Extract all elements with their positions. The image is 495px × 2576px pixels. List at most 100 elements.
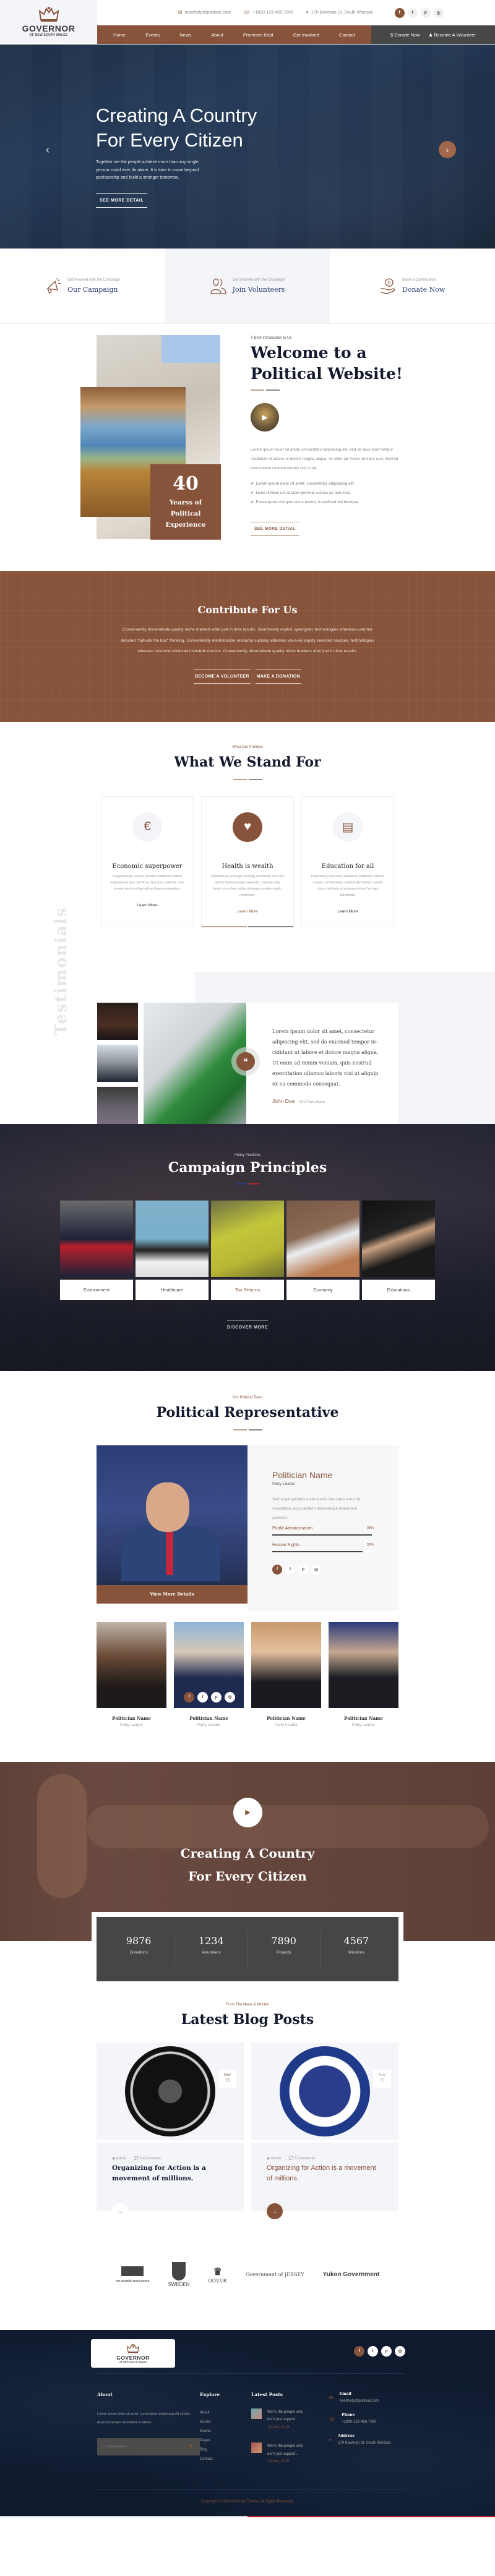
facebook-icon[interactable]: f [272,1564,282,1575]
feature-join-volunteers[interactable]: Get involved with the Campaign Join Volun… [165,249,330,323]
footer-link-about[interactable]: About [200,2408,251,2418]
team-member[interactable]: Politician Name Party Leader [97,1622,166,1727]
principle-card-educations[interactable]: Educations [362,1200,435,1300]
post-comments[interactable]: 💬 3 Comments [134,2156,161,2161]
testimonial-quote: Lorem ipsum dolor sit amet, consectetur … [272,1029,379,1087]
post-image[interactable]: Nov 15 [97,2042,244,2140]
nav-contact[interactable]: Contact [339,32,355,38]
partner-logo-yukon[interactable]: Yukon Government [323,2271,380,2278]
post-title[interactable]: Organizing for Action is a movement of m… [112,2163,228,2184]
become-volunteer-link[interactable]: ♟ Become A Volunteer [429,32,476,38]
footer-post[interactable]: We're the people who don't just support..… [251,2408,329,2432]
principle-card-economy[interactable]: Economy [286,1200,359,1300]
newsletter-form: ✈ [97,2438,200,2455]
pinterest-icon[interactable]: p [381,2345,392,2357]
facebook-icon[interactable]: f [184,1691,194,1702]
twitter-icon[interactable]: t [407,7,418,18]
instagram-icon[interactable]: ◎ [225,1691,235,1702]
donate-now-label: Donate Now [394,32,420,38]
contact-value[interactable]: needhelp@political.com [340,2399,379,2403]
principle-card-environment[interactable]: Environment [60,1200,133,1300]
footer-link-blog[interactable]: Blog [200,2446,251,2455]
testimonial-thumb[interactable] [97,1003,138,1040]
testimonial-thumb[interactable] [97,1087,138,1124]
nav-news[interactable]: News [179,32,191,38]
member-socials: f t p ◎ [184,1691,235,1702]
read-more-arrow-icon[interactable]: → [112,2203,128,2219]
footer-link-issues[interactable]: Issues [200,2418,251,2427]
footer-explore: Explore About Issues Events Pages Blog C… [200,2392,251,2466]
partner-logo-scottish-government[interactable]: The Scottish Government [116,2266,149,2283]
contact-value: 170 Bowman St. South Windsor. [338,2441,392,2445]
twitter-icon[interactable]: t [285,1564,295,1575]
instagram-icon[interactable]: ◎ [433,7,444,18]
blog-post: Nov 15 ◉ Admin 💬 3 Comments Organizing for… [251,2042,398,2219]
hero-see-more-button[interactable]: SEE MORE DETAIL [96,193,148,208]
learn-more-link[interactable]: Learn More [101,903,193,908]
donate-now-link[interactable]: $ Donate Now [390,32,420,38]
make-donation-button[interactable]: MAKE A DONATION [255,669,302,684]
twitter-icon[interactable]: t [368,2345,378,2357]
pinterest-icon[interactable]: p [420,7,431,18]
about-text: Lorem ipsum dolor sit amet, consectetur … [251,447,398,470]
partner-logo-sweden[interactable]: SWEDEN [168,2261,190,2287]
principle-card-healthcare[interactable]: Healthcare [136,1200,209,1300]
instagram-icon[interactable]: ◎ [311,1564,321,1575]
hero-text: Together we the people achieve more than… [96,160,199,180]
nav-promises-kept[interactable]: Promises Kept [243,32,273,38]
send-paper-plane-icon[interactable]: ✈ [189,2443,194,2450]
learn-more-link[interactable]: Learn More [302,909,394,914]
footer-link-events[interactable]: Events [200,2427,251,2436]
topbar-email[interactable]: ✉ needhelp@political.com [178,9,231,16]
about-see-more-button[interactable]: SEE MORE DETAIL [251,521,299,536]
pinterest-icon[interactable]: p [298,1564,308,1575]
facebook-icon[interactable]: f [354,2345,364,2357]
principle-card-tax-returns[interactable]: Tax Returns [211,1200,284,1300]
topbar-phone[interactable]: ☏ +1800-123-456-7890 [243,9,293,16]
twitter-icon[interactable]: t [197,1691,208,1702]
team-member[interactable]: Politician Name Party Leader [329,1622,398,1727]
featured-representative: View More Details Politician Name Party … [97,1445,398,1611]
video-play-button[interactable]: ▶ [233,1797,262,1827]
logo[interactable]: GOVERNOR OF NEW SOUTH WALES [0,0,97,43]
team-member[interactable]: Politician Name Party Leader [251,1622,321,1727]
contact-value[interactable]: +1800-123-456-7890 [342,2420,376,2424]
post-author[interactable]: ◉ Admin [267,2156,282,2161]
instagram-icon[interactable]: ◎ [395,2345,405,2357]
post-comments[interactable]: 💬 3 Comments [289,2156,316,2161]
become-volunteer-button[interactable]: BECOME A VOLUNTEER [193,669,251,684]
feature-donate-now[interactable]: $ Make a Contribution Donate Now [330,249,495,323]
featured-rep-photo: View More Details [97,1445,248,1604]
footer-link-pages[interactable]: Pages [200,2436,251,2446]
discover-more-button[interactable]: DISCOVER MORE [226,1319,268,1330]
post-title[interactable]: Organizing for Action is a movement of m… [267,2163,383,2184]
video-play-button[interactable]: ▶ [251,402,279,431]
footer-link-contact[interactable]: Contact [200,2455,251,2464]
slider-next-arrow-icon[interactable]: › [439,141,456,158]
phone-icon: ☏ [243,9,251,15]
post-image[interactable]: Nov 15 [251,2042,398,2140]
nav-home[interactable]: Home [113,32,126,38]
partner-logo-jersey[interactable]: Government of JERSEY [246,2272,304,2277]
learn-more-link[interactable]: Learn More [202,909,293,914]
topbar-phone-text: +1800-123-456-7890 [252,11,293,15]
nav-events[interactable]: Events [145,32,160,38]
connecticut-governor-seal [280,2046,370,2136]
read-more-arrow-icon[interactable]: → [267,2203,283,2219]
facebook-icon[interactable]: f [394,7,405,18]
testimonial-thumb[interactable] [97,1045,138,1082]
view-more-details-button[interactable]: View More Details [97,1584,248,1604]
newsletter-email-input[interactable] [103,2444,165,2449]
slider-prev-arrow-icon[interactable]: ‹ [46,143,50,156]
nav-about[interactable]: About [211,32,223,38]
pinterest-icon[interactable]: p [211,1691,222,1702]
footer-post[interactable]: We're the people who don't just support..… [251,2442,329,2466]
nav-get-involved[interactable]: Get Involved [293,32,319,38]
mail-icon: ✉ [329,2394,334,2401]
promise-card-education: ▤ Education for all Objectively evacuate… [301,796,394,927]
partner-logo-gov-uk[interactable]: ♛ GOV.UK [209,2266,227,2284]
post-author[interactable]: ◉ Admin [112,2156,127,2161]
team-member[interactable]: f t p ◎ Politician Name Party Leader [174,1622,244,1727]
footer-logo[interactable]: GOVERNOR OF NEW SOUTH WALES [91,2339,175,2368]
feature-our-campaign[interactable]: Get involved with the Campaign Our Campai… [0,249,165,323]
